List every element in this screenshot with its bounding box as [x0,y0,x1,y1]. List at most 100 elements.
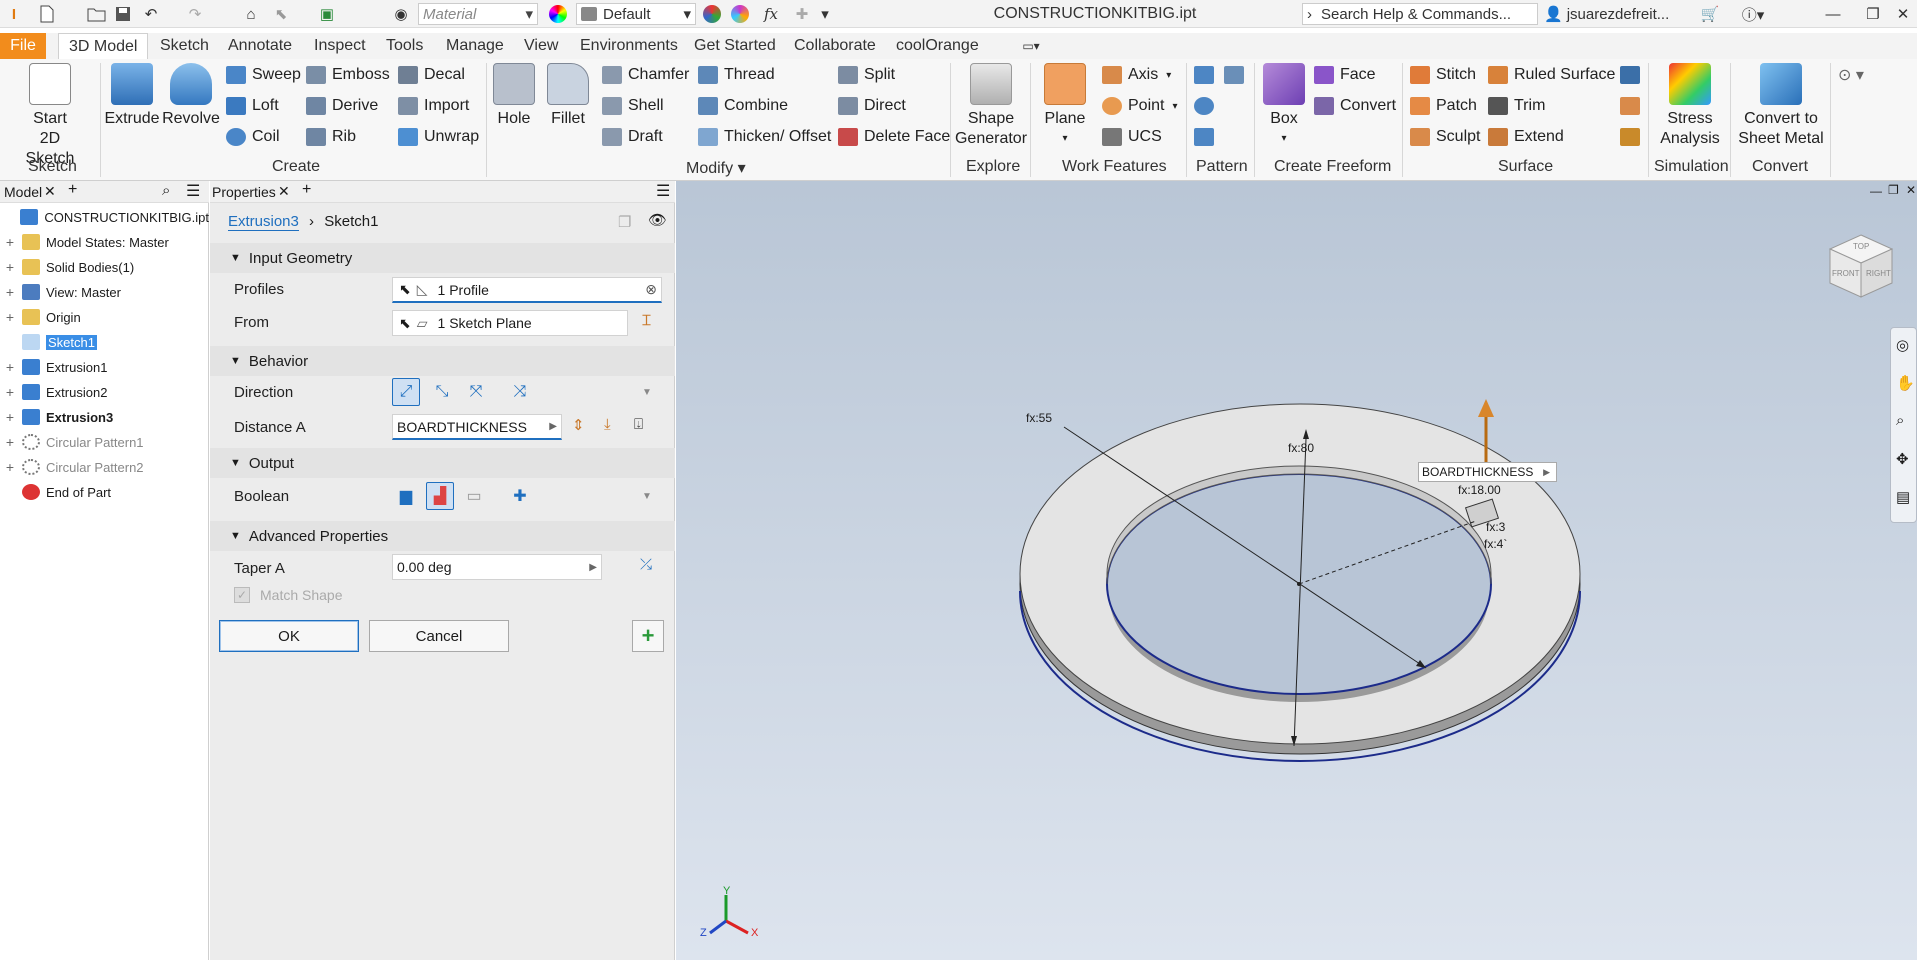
stitch-button[interactable]: Stitch [1410,66,1476,84]
graphics-viewport[interactable]: fx:55 fx:80 BOARDTHICKNESS ▶ fx:18.00 fx:… [676,181,1917,960]
expand-icon[interactable]: + [5,284,15,300]
direction-default-button[interactable]: ⤢ [392,378,420,406]
hole-button[interactable]: Hole [492,63,536,129]
revolve-button[interactable]: Revolve [162,63,220,129]
new-file-icon[interactable] [36,3,58,25]
play-icon[interactable]: ▶ [589,562,597,573]
tab-view[interactable]: View [524,33,558,59]
rib-button[interactable]: Rib [306,128,356,146]
mirror-button[interactable] [1224,66,1244,84]
thicken-offset-button[interactable]: Thicken/ Offset [698,128,831,146]
emboss-button[interactable]: Emboss [306,66,390,84]
stress-analysis-button[interactable]: Stress Analysis [1654,63,1726,149]
chevron-down-icon[interactable]: ▼ [642,387,652,398]
dimension-label-55[interactable]: fx:55 [1026,411,1052,425]
open-folder-icon[interactable] [86,3,108,25]
browser-item-constructionkitbig-ipt[interactable]: CONSTRUCTIONKITBIG.ipt [0,206,209,228]
derive-button[interactable]: Derive [306,97,378,115]
save-icon[interactable] [112,3,134,25]
tab-environments[interactable]: Environments [580,33,678,59]
apply-plus-button[interactable]: + [632,620,664,652]
close-icon[interactable]: ✕ [1892,3,1914,25]
distance-a-input[interactable]: BOARDTHICKNESS ▶ [392,414,562,440]
shape-generator-button[interactable]: Shape Generator [955,63,1027,149]
through-all-icon[interactable]: ⍗ [634,416,643,433]
extrude-arrow-head-icon[interactable] [1478,399,1494,417]
section-output[interactable]: ▼ Output [210,448,675,478]
browser-item-extrusion3[interactable]: + Extrusion3 [0,406,209,428]
browser-item-view-master[interactable]: + View: Master [0,281,209,303]
loft-button[interactable]: Loft [226,97,279,115]
browser-item-extrusion2[interactable]: + Extrusion2 [0,381,209,403]
dimension-label-80[interactable]: fx:80 [1288,441,1314,455]
draft-button[interactable]: Draft [602,128,663,146]
tab-inspect[interactable]: Inspect [314,33,366,59]
ruled-surface-button[interactable]: Ruled Surface [1488,66,1615,84]
ribbon-options-icon[interactable]: ⊙ ▾ [1838,65,1864,85]
eye-icon[interactable]: 👁 [648,211,667,229]
boardthickness-input[interactable]: BOARDTHICKNESS ▶ [1418,462,1557,482]
surface-tool-2-button[interactable] [1620,97,1640,115]
section-advanced-properties[interactable]: ▼ Advanced Properties [210,521,675,551]
tab-tools[interactable]: Tools [386,33,423,59]
browser-item-extrusion1[interactable]: + Extrusion1 [0,356,209,378]
tab-collaborate[interactable]: Collaborate [794,33,876,59]
direct-button[interactable]: Direct [838,97,906,115]
home-icon[interactable]: ⌂ [240,3,262,25]
color-wheel-icon[interactable] [548,3,568,25]
patch-button[interactable]: Patch [1410,97,1477,115]
tab-get-started[interactable]: Get Started [694,33,776,59]
look-at-icon[interactable]: ▤ [1896,488,1910,506]
orbit-icon[interactable]: ✥ [1896,450,1909,468]
menu-icon[interactable]: ☰ [656,181,670,201]
sweep-button[interactable]: Sweep [226,66,301,84]
ribbon-display-toggle-icon[interactable]: ▭▾ [1014,33,1048,59]
rectangular-pattern-button[interactable] [1194,66,1214,84]
search-icon[interactable]: ⌕ [162,182,170,199]
browser-item-circular-pattern2[interactable]: + Circular Pattern2 [0,456,209,478]
adjust-appearance-icon[interactable] [728,3,752,25]
cancel-button[interactable]: Cancel [369,620,509,652]
decal-button[interactable]: Decal [398,66,465,84]
section-behavior[interactable]: ▼ Behavior [210,346,675,376]
tab-sketch[interactable]: Sketch [160,33,209,59]
help-icon[interactable]: ⓘ▾ [1738,3,1768,25]
sketch-driven-pattern-button[interactable] [1194,128,1214,146]
expand-icon[interactable]: + [5,459,15,475]
ok-button[interactable]: OK [219,620,359,652]
new-solid-button[interactable]: ✚ [506,482,534,510]
user-menu[interactable]: 👤 jsuarezdefreit... [1544,3,1684,25]
shell-button[interactable]: Shell [602,97,664,115]
viewport-minimize-icon[interactable]: — [1870,184,1882,198]
tab-model[interactable]: Model [4,184,42,200]
select-icon[interactable]: ⬉ [270,3,292,25]
flip-taper-icon[interactable]: ⤰ [640,556,652,573]
viewport-restore-icon[interactable]: ❐ [1888,183,1899,197]
chevron-down-icon[interactable]: ▼ [642,491,652,502]
expand-icon[interactable]: + [5,259,15,275]
pan-icon[interactable]: ✋ [1896,374,1915,392]
dimension-label-3[interactable]: fx:3 [1486,520,1505,534]
clear-appearance-icon[interactable] [700,3,724,25]
unwrap-button[interactable]: Unwrap [398,128,479,146]
restore-icon[interactable]: ❐ [1862,3,1884,25]
extrude-button[interactable]: Extrude [104,63,160,129]
direction-flipped-button[interactable]: ⤡ [428,378,456,406]
delete-face-button[interactable]: Delete Face [838,128,950,146]
undo-icon[interactable]: ↶ [140,3,162,25]
browser-item-sketch1[interactable]: Sketch1 [0,331,209,353]
box-button[interactable]: Box ▾ [1262,63,1306,149]
from-options-icon[interactable]: ⌶ [642,312,651,329]
import-button[interactable]: Import [398,97,469,115]
appearance-select[interactable]: Default ▾ [576,3,696,25]
browser-item-circular-pattern1[interactable]: + Circular Pattern1 [0,431,209,453]
expand-icon[interactable]: + [5,309,15,325]
view-cube[interactable]: TOP FRONT RIGHT [1826,231,1896,301]
to-next-icon[interactable]: ⤓ [604,416,611,433]
thread-button[interactable]: Thread [698,66,775,84]
close-icon[interactable]: ✕ [44,183,56,200]
dimension-label-18[interactable]: fx:18.00 [1458,483,1501,497]
chamfer-button[interactable]: Chamfer [602,66,689,84]
tab-file[interactable]: File [0,33,46,59]
section-input-geometry[interactable]: ▼ Input Geometry [210,243,675,273]
